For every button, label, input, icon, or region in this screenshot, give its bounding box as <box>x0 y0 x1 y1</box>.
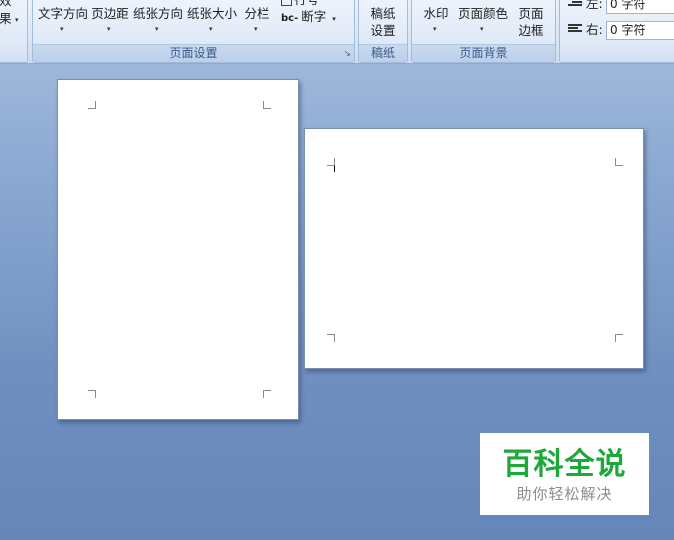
indent-left-input[interactable]: 0 字符 <box>606 0 674 14</box>
text-direction-button[interactable]: 文字方向 <box>38 5 88 22</box>
orientation-button[interactable]: 纸张方向 <box>133 5 183 22</box>
line-numbers-icon <box>281 0 292 6</box>
manuscript-settings-label-line1: 稿纸 <box>370 6 396 21</box>
hyphenation-caret: ▾ <box>332 15 336 23</box>
page-setup-group-label: 页面设置 <box>33 44 354 62</box>
page-setup-dialog-launcher-icon[interactable]: ↘ <box>343 49 351 59</box>
page-color-button[interactable]: 页面颜色 <box>457 5 509 22</box>
columns-caret[interactable]: ▾ <box>254 25 258 33</box>
crop-mark-top-left <box>327 158 335 166</box>
manuscript-settings-button[interactable]: 稿纸 设置 <box>359 5 407 39</box>
page-borders-label-line1: 页面 <box>518 6 544 21</box>
text-cursor <box>334 166 335 172</box>
theme-effects-caret[interactable]: ▾ <box>15 16 19 24</box>
page-color-caret[interactable]: ▾ <box>480 25 484 33</box>
watermark-title: 百科全说 <box>502 447 627 482</box>
ribbon-group-paragraph-partial: 左: 0 字符 右: 0 字符 <box>559 0 674 63</box>
crop-mark-top-right <box>615 158 623 166</box>
theme-effects-label-top[interactable]: 效 <box>0 0 12 9</box>
margins-button[interactable]: 页边距 <box>90 5 130 22</box>
site-watermark-logo: 百科全说 助你轻松解决 <box>480 433 649 515</box>
page-size-button[interactable]: 纸张大小 <box>186 5 238 22</box>
portrait-page[interactable] <box>57 79 299 420</box>
ribbon-group-themes-partial: 效 果 ▾ <box>0 0 28 63</box>
page-borders-button[interactable]: 页面 边框 <box>514 5 548 39</box>
hyphenation-button[interactable]: bc- 断字 ▾ <box>281 9 336 27</box>
indent-right-input[interactable]: 0 字符 <box>606 21 674 40</box>
crop-mark-bottom-left <box>88 390 96 398</box>
line-numbers-button[interactable]: 行号 <box>281 0 319 8</box>
text-direction-label: 文字方向 <box>38 6 89 21</box>
indent-right-label: 右: <box>586 22 603 37</box>
hyphenation-label: 断字 <box>301 9 327 24</box>
columns-label: 分栏 <box>244 6 270 21</box>
indent-left-icon <box>568 0 582 10</box>
line-numbers-label: 行号 <box>294 0 319 7</box>
page-background-group-label: 页面背景 <box>412 44 555 62</box>
ribbon-group-manuscript: 稿纸 设置 稿纸 <box>358 0 408 63</box>
manuscript-settings-label-line2: 设置 <box>370 23 396 38</box>
page-color-label: 页面颜色 <box>457 6 508 21</box>
watermark-subtitle: 助你轻松解决 <box>516 485 613 503</box>
crop-mark-bottom-left <box>327 334 335 342</box>
page-size-label: 纸张大小 <box>186 6 237 21</box>
watermark-caret[interactable]: ▾ <box>433 25 437 33</box>
theme-effects-button[interactable]: 果 <box>0 11 12 27</box>
crop-mark-top-right <box>263 101 271 109</box>
orientation-caret[interactable]: ▾ <box>155 25 159 33</box>
ribbon: 效 果 ▾ 文字方向 ▾ 页边距 ▾ 纸张方向 ▾ 纸张大小 ▾ 分栏 ▾ 行号 <box>0 0 674 64</box>
margins-label: 页边距 <box>91 6 129 21</box>
hyphenation-icon: bc- <box>281 13 299 24</box>
text-direction-caret[interactable]: ▾ <box>60 25 64 33</box>
crop-mark-bottom-right <box>615 334 623 342</box>
indent-left-label: 左: <box>586 0 603 11</box>
margins-caret[interactable]: ▾ <box>107 25 111 33</box>
manuscript-group-label: 稿纸 <box>359 44 407 62</box>
ribbon-group-page-background: 水印 ▾ 页面颜色 ▾ 页面 边框 页面背景 <box>411 0 556 63</box>
indent-right-icon <box>568 24 582 36</box>
watermark-label: 水印 <box>423 6 449 21</box>
columns-button[interactable]: 分栏 <box>243 5 271 22</box>
page-size-caret[interactable]: ▾ <box>209 25 213 33</box>
landscape-page[interactable] <box>304 128 644 369</box>
watermark-button[interactable]: 水印 <box>420 5 452 22</box>
ribbon-group-page-setup: 文字方向 ▾ 页边距 ▾ 纸张方向 ▾ 纸张大小 ▾ 分栏 ▾ 行号 bc-断字… <box>32 0 355 63</box>
page-borders-label-line2: 边框 <box>518 23 544 38</box>
orientation-label: 纸张方向 <box>133 6 184 21</box>
crop-mark-bottom-right <box>263 390 271 398</box>
crop-mark-top-left <box>88 101 96 109</box>
